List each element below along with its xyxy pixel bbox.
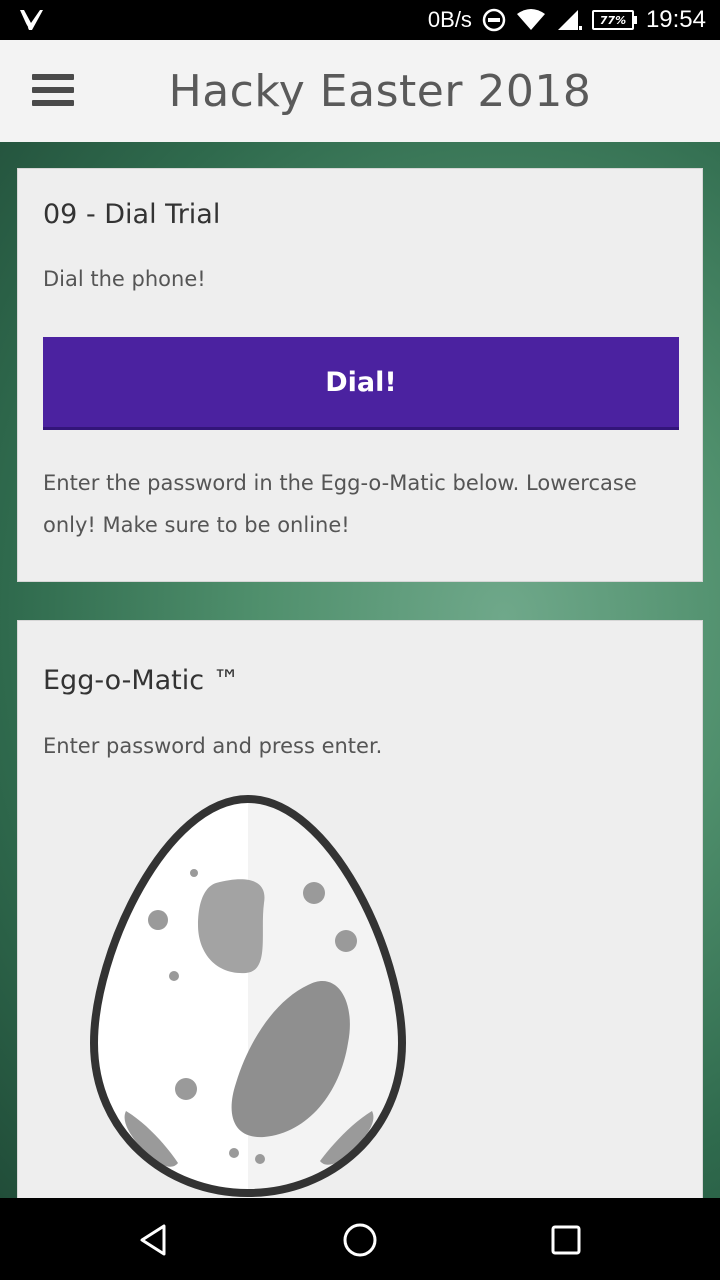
status-bar: 0B/s 77% 19:54: [0, 0, 720, 40]
challenge-card: 09 - Dial Trial Dial the phone! Dial! En…: [17, 168, 703, 582]
eggomatic-title: Egg-o-Matic ™: [43, 665, 240, 696]
eggomatic-card: Egg-o-Matic ™ Enter password and press e…: [17, 620, 703, 1198]
signal-icon: [557, 10, 582, 30]
challenge-description: Dial the phone!: [43, 267, 206, 291]
app-bar: Hacky Easter 2018: [0, 40, 720, 143]
challenge-instructions: Enter the password in the Egg-o-Matic be…: [43, 471, 637, 537]
clock: 19:54: [645, 6, 706, 33]
content-area[interactable]: 09 - Dial Trial Dial the phone! Dial! En…: [0, 142, 720, 1198]
egg-icon[interactable]: [86, 793, 410, 1198]
app-title: Hacky Easter 2018: [168, 66, 592, 117]
eggomatic-subtitle: Enter password and press enter.: [43, 734, 383, 758]
battery-level: 77%: [599, 13, 627, 27]
status-icons: 0B/s 77% 19:54: [428, 0, 706, 40]
challenge-title: 09 - Dial Trial: [43, 199, 221, 230]
recents-icon[interactable]: [544, 1218, 588, 1262]
home-icon[interactable]: [338, 1218, 382, 1262]
network-speed: 0B/s: [427, 7, 472, 32]
battery-icon: 77%: [591, 10, 637, 30]
dial-button[interactable]: Dial!: [43, 337, 679, 430]
dnd-icon: [482, 8, 506, 32]
back-icon[interactable]: [132, 1218, 176, 1262]
navigation-bar: [0, 1198, 720, 1280]
app-notification-icon: [20, 10, 43, 30]
wifi-icon: [516, 9, 545, 30]
